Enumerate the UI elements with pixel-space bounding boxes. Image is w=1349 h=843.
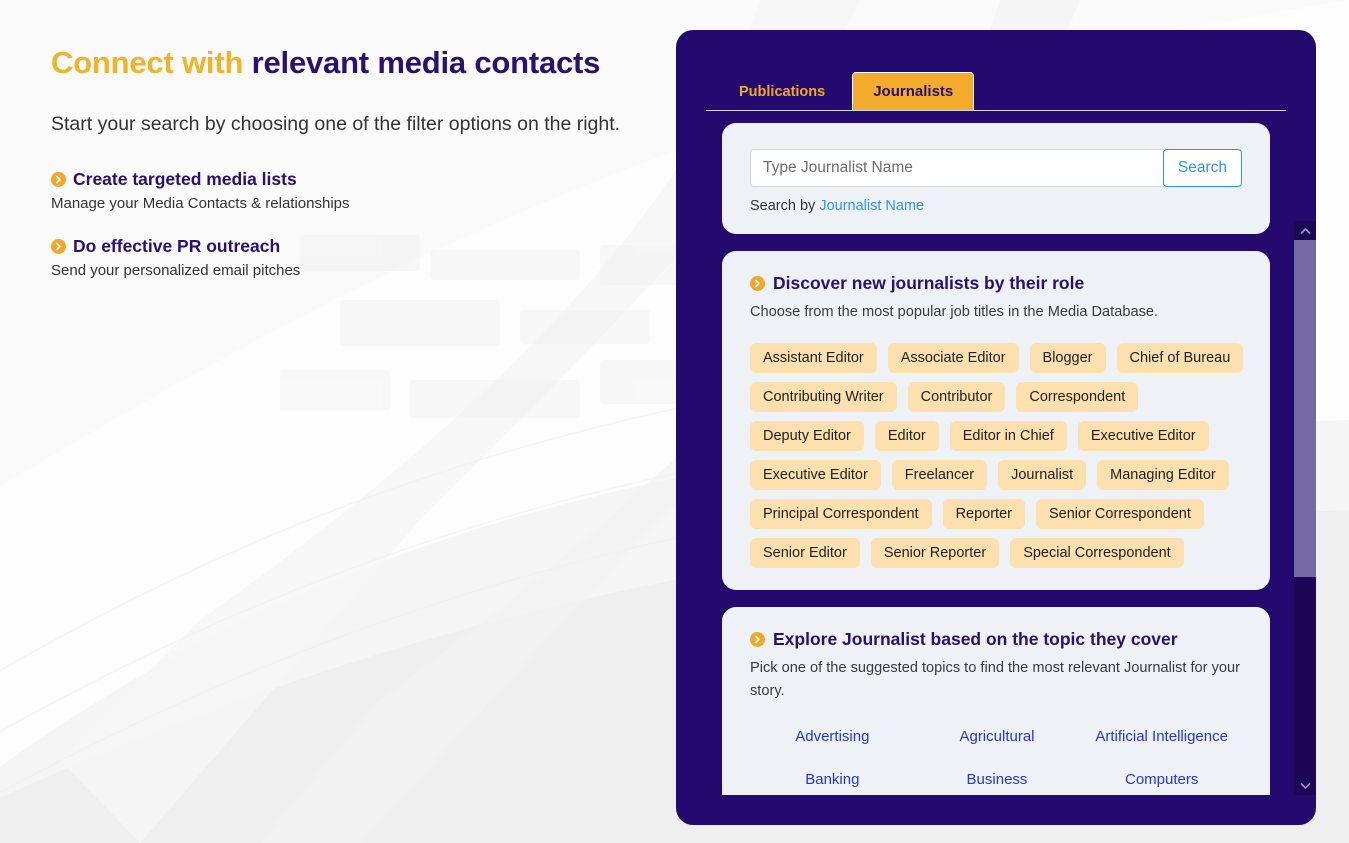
topic-link[interactable]: Banking: [805, 771, 859, 788]
topics-card-header: Explore Journalist based on the topic th…: [750, 629, 1244, 650]
hero-link-pr-outreach[interactable]: Do effective PR outreach: [51, 236, 651, 257]
hero-link-title: Do effective PR outreach: [73, 235, 281, 256]
role-tag[interactable]: Executive Editor: [1077, 420, 1209, 451]
role-tag[interactable]: Freelancer: [891, 459, 988, 490]
topic-link[interactable]: Agricultural: [959, 728, 1034, 745]
role-tag[interactable]: Correspondent: [1016, 381, 1139, 412]
tab-publications[interactable]: Publications: [722, 74, 842, 110]
scrollbar-track[interactable]: [1294, 240, 1316, 776]
hero-link-block-pr-outreach: Do effective PR outreach Send your perso…: [51, 236, 651, 279]
role-tag[interactable]: Senior Correspondent: [1035, 498, 1204, 529]
role-tag[interactable]: Special Correspondent: [1010, 537, 1184, 568]
roles-card: Discover new journalists by their role C…: [722, 251, 1270, 590]
topics-card-title: Explore Journalist based on the topic th…: [773, 628, 1178, 649]
topic-link-grid: Advertising Agricultural Artificial Inte…: [750, 728, 1244, 788]
hero-link-desc: Manage your Media Contacts & relationshi…: [51, 194, 350, 212]
hero-subtitle: Start your search by choosing one of the…: [51, 112, 621, 135]
chevron-right-circle-icon: [51, 171, 66, 187]
hero-link-title: Create targeted media lists: [73, 168, 297, 189]
chevron-right-circle-icon: [750, 276, 765, 291]
search-by-prefix: Search by: [750, 198, 820, 214]
scrollbar-up-button[interactable]: [1294, 221, 1316, 240]
page-title: Connect with relevant media contacts: [51, 36, 651, 91]
topic-link[interactable]: Business: [967, 771, 1028, 788]
role-tag[interactable]: Assistant Editor: [750, 342, 877, 373]
panel-scroll-area: Search Search by Journalist Name Discove…: [676, 111, 1316, 795]
topic-link[interactable]: Computers: [1125, 771, 1198, 788]
chevron-right-circle-icon: [51, 238, 66, 254]
tab-journalists[interactable]: Journalists: [852, 72, 975, 110]
chevron-right-circle-icon: [750, 631, 765, 647]
role-tag[interactable]: Editor in Chief: [949, 420, 1067, 451]
hero-link-block-media-lists: Create targeted media lists Manage your …: [51, 169, 651, 212]
search-by-hint: Search by Journalist Name: [750, 198, 1242, 214]
roles-card-title: Discover new journalists by their role: [773, 273, 1085, 293]
role-tag[interactable]: Principal Correspondent: [750, 498, 932, 529]
search-input[interactable]: [750, 149, 1164, 187]
search-by-journalist-name-link[interactable]: Journalist Name: [819, 198, 924, 214]
topics-card-desc: Pick one of the suggested topics to find…: [750, 659, 1240, 700]
role-tag[interactable]: Contributing Writer: [750, 381, 897, 412]
topic-link[interactable]: Advertising: [795, 728, 869, 745]
role-tag[interactable]: Contributor: [907, 381, 1006, 412]
role-tag[interactable]: Senior Reporter: [870, 537, 1000, 568]
role-tag[interactable]: Chief of Bureau: [1116, 342, 1244, 373]
role-tag[interactable]: Deputy Editor: [750, 420, 864, 451]
hero-link-list: Create targeted media lists Manage your …: [51, 169, 651, 279]
role-tag-list: Assistant Editor Associate Editor Blogge…: [750, 342, 1244, 568]
role-tag[interactable]: Managing Editor: [1097, 459, 1229, 490]
page-title-rest: relevant media contacts: [251, 45, 601, 80]
roles-card-header: Discover new journalists by their role: [750, 273, 1244, 294]
panel-scrollbar[interactable]: [1294, 221, 1316, 795]
page-title-accent: Connect with: [51, 45, 252, 80]
hero-link-media-lists[interactable]: Create targeted media lists: [51, 169, 651, 190]
topics-card: Explore Journalist based on the topic th…: [722, 606, 1270, 795]
role-tag[interactable]: Journalist: [998, 459, 1087, 490]
panel-tabs: Publications Journalists: [676, 30, 1316, 110]
topic-link[interactable]: Artificial Intelligence: [1095, 728, 1228, 745]
journalist-search-card: Search Search by Journalist Name: [722, 123, 1270, 234]
panel-scroll-content: Search Search by Journalist Name Discove…: [676, 111, 1294, 795]
hero-link-desc: Send your personalized email pitches: [51, 261, 301, 279]
search-button[interactable]: Search: [1162, 149, 1242, 187]
role-tag[interactable]: Executive Editor: [750, 459, 881, 490]
role-tag[interactable]: Blogger: [1029, 342, 1106, 373]
search-row: Search: [750, 149, 1242, 187]
scrollbar-thumb[interactable]: [1294, 240, 1316, 577]
hero-section: Connect with relevant media contacts Sta…: [51, 36, 651, 303]
scrollbar-down-button[interactable]: [1294, 776, 1316, 795]
role-tag[interactable]: Reporter: [942, 498, 1025, 529]
media-database-panel: Publications Journalists Search Search b…: [676, 30, 1316, 825]
roles-card-desc: Choose from the most popular job titles …: [750, 304, 1159, 320]
role-tag[interactable]: Senior Editor: [750, 537, 860, 568]
role-tag[interactable]: Editor: [874, 420, 939, 451]
role-tag[interactable]: Associate Editor: [887, 342, 1019, 373]
